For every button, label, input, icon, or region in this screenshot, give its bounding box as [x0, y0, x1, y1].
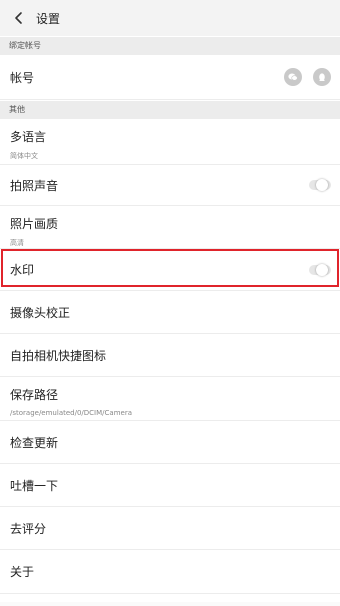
- about-label: 关于: [10, 565, 35, 579]
- check-update-label: 检查更新: [10, 435, 59, 450]
- shutter-sound-row[interactable]: 拍照声音: [0, 165, 340, 206]
- feedback-label: 吐槽一下: [10, 478, 59, 493]
- save-path-row[interactable]: 保存路径 /storage/emulated/0/DCIM/Camera: [0, 377, 340, 421]
- rate-label: 去评分: [10, 521, 47, 536]
- selfie-shortcut-row[interactable]: 自拍相机快捷图标: [0, 334, 340, 377]
- toggle-knob: [316, 263, 328, 276]
- photo-quality-value: 高清: [10, 239, 24, 247]
- toggle-knob: [316, 179, 328, 191]
- camera-correction-label: 摄像头校正: [10, 305, 71, 320]
- watermark-label: 水印: [10, 263, 35, 277]
- qq-icon[interactable]: [313, 68, 331, 86]
- rate-row[interactable]: 去评分: [0, 507, 340, 550]
- photo-quality-label: 照片画质: [10, 217, 59, 231]
- wechat-icon[interactable]: [284, 68, 302, 86]
- check-update-row[interactable]: 检查更新: [0, 421, 340, 464]
- selfie-shortcut-label: 自拍相机快捷图标: [10, 348, 107, 363]
- language-value: 简体中文: [10, 152, 38, 160]
- language-row[interactable]: 多语言 简体中文: [0, 119, 340, 165]
- section-header-other: 其他: [0, 101, 340, 119]
- bottom-edge: [0, 602, 340, 606]
- section-header-bind-account: 绑定帐号: [0, 37, 340, 55]
- shutter-sound-label: 拍照声音: [10, 178, 59, 193]
- camera-correction-row[interactable]: 摄像头校正: [0, 291, 340, 334]
- shutter-sound-toggle[interactable]: [309, 179, 331, 191]
- photo-quality-row[interactable]: 照片画质 高清: [0, 206, 340, 249]
- chevron-left-icon[interactable]: [8, 7, 30, 29]
- about-row[interactable]: 关于: [0, 550, 340, 594]
- save-path-value: /storage/emulated/0/DCIM/Camera: [10, 409, 132, 417]
- watermark-toggle[interactable]: [309, 263, 331, 276]
- language-label: 多语言: [10, 130, 47, 144]
- top-bar: 设置: [0, 0, 340, 36]
- page-title: 设置: [36, 11, 61, 26]
- watermark-row[interactable]: 水印: [0, 249, 340, 291]
- account-label: 帐号: [10, 70, 35, 85]
- save-path-label: 保存路径: [10, 388, 59, 402]
- feedback-row[interactable]: 吐槽一下: [0, 464, 340, 507]
- account-row[interactable]: 帐号: [0, 55, 340, 100]
